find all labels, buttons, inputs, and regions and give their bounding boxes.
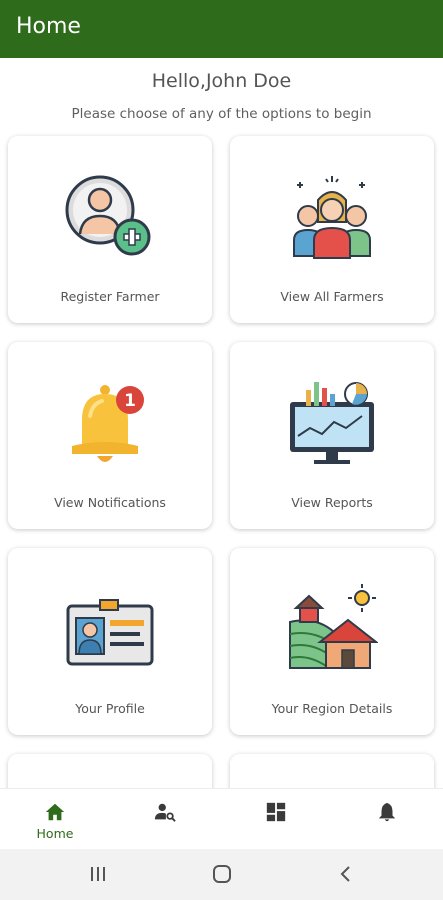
page-title: Home	[16, 14, 81, 39]
home-button-icon[interactable]	[211, 862, 233, 886]
your-profile-card[interactable]: Your Profile	[8, 548, 212, 735]
notification-badge: 1	[124, 391, 136, 411]
nav-label-home: Home	[36, 826, 74, 841]
add-user-icon	[65, 175, 151, 256]
bottom-navigation: Home	[0, 788, 443, 849]
nav-item-dashboard[interactable]	[221, 789, 331, 850]
more-option-card[interactable]	[230, 754, 434, 788]
card-label: Register Farmer	[60, 289, 160, 304]
your-region-details-card[interactable]: Your Region Details	[230, 548, 434, 735]
card-label: Your Region Details	[271, 701, 393, 716]
nav-item-notifications[interactable]	[332, 789, 442, 850]
card-label: View All Farmers	[280, 289, 384, 304]
farmers-group-icon	[293, 176, 371, 259]
nav-item-home[interactable]: Home	[0, 789, 110, 850]
notification-bell-icon: 1	[72, 385, 144, 462]
register-farmer-card[interactable]: Register Farmer	[8, 136, 212, 323]
user-search-icon	[154, 803, 176, 822]
dashboard-icon	[266, 802, 286, 822]
system-navigation-bar	[0, 849, 443, 900]
app-bar: Home	[0, 0, 443, 58]
reports-monitor-icon	[290, 382, 374, 464]
farm-region-icon	[289, 584, 378, 669]
bell-icon	[378, 802, 396, 822]
view-reports-card[interactable]: View Reports	[230, 342, 434, 529]
more-option-card[interactable]	[8, 754, 212, 788]
view-all-farmers-card[interactable]: View All Farmers	[230, 136, 434, 323]
options-grid: Register Farmer View All Farmers 1 View …	[0, 126, 443, 788]
view-notifications-card[interactable]: 1 View Notifications	[8, 342, 212, 529]
card-label: View Notifications	[54, 495, 166, 510]
card-label: Your Profile	[75, 701, 145, 716]
home-icon	[45, 803, 65, 821]
subtitle-text: Please choose of any of the options to b…	[71, 106, 372, 122]
back-icon[interactable]	[336, 862, 356, 886]
card-label: View Reports	[291, 495, 373, 510]
nav-item-farmer-search[interactable]	[110, 789, 220, 850]
greeting-text: Hello,John Doe	[151, 70, 292, 92]
id-card-icon	[66, 599, 154, 666]
recent-apps-icon[interactable]	[88, 862, 108, 886]
